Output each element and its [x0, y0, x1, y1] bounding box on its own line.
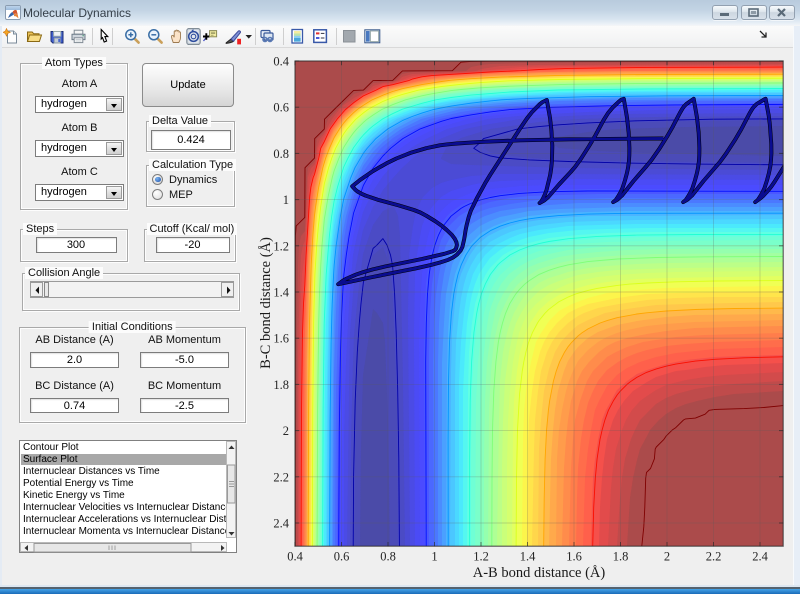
svg-text:A-B bond distance (Å): A-B bond distance (Å) [473, 565, 606, 581]
svg-text:1.8: 1.8 [613, 550, 629, 564]
svg-text:0.6: 0.6 [273, 101, 289, 115]
svg-text:1.2: 1.2 [273, 239, 289, 253]
svg-text:2.4: 2.4 [752, 550, 768, 564]
svg-text:1.6: 1.6 [566, 550, 582, 564]
svg-text:2: 2 [283, 424, 289, 438]
svg-text:1.4: 1.4 [273, 286, 289, 300]
svg-text:1: 1 [431, 550, 437, 564]
svg-text:2: 2 [664, 550, 670, 564]
svg-text:1.2: 1.2 [473, 550, 489, 564]
svg-text:1.6: 1.6 [273, 332, 289, 346]
svg-text:2.2: 2.2 [273, 470, 289, 484]
svg-text:0.8: 0.8 [273, 147, 289, 161]
svg-text:B-C bond distance (Å): B-C bond distance (Å) [258, 237, 274, 369]
svg-text:1.4: 1.4 [520, 550, 536, 564]
svg-text:0.6: 0.6 [334, 550, 350, 564]
svg-text:0.8: 0.8 [380, 550, 396, 564]
svg-text:2.2: 2.2 [706, 550, 722, 564]
svg-text:0.4: 0.4 [287, 550, 303, 564]
svg-text:0.4: 0.4 [273, 55, 289, 69]
svg-text:2.4: 2.4 [273, 517, 289, 531]
svg-text:1: 1 [283, 193, 289, 207]
svg-text:1.8: 1.8 [273, 378, 289, 392]
